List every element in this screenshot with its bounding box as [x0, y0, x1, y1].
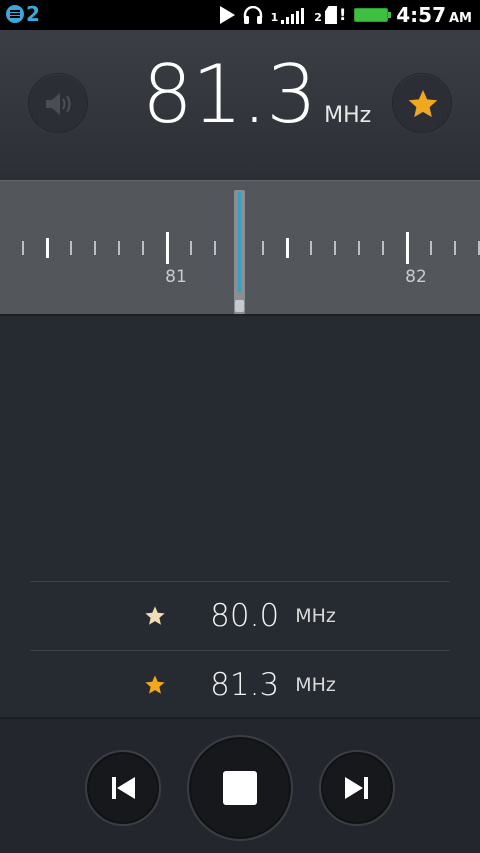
dial-tick — [166, 232, 169, 264]
star-filled-icon — [145, 675, 165, 694]
notification-indicator[interactable]: 2 — [6, 3, 40, 25]
speaker-button[interactable] — [28, 73, 88, 133]
dial-label: 82 — [405, 267, 427, 287]
favorite-frequency: 81.3 — [210, 667, 280, 703]
current-frequency: 81.3 MHz — [142, 48, 371, 141]
frequency-dial[interactable]: 81 82 — [0, 180, 480, 316]
dial-tick — [70, 241, 72, 255]
list-item[interactable]: 81.3 MHz — [30, 650, 450, 719]
sim1-label: 1 — [270, 11, 279, 24]
dial-tick — [430, 241, 432, 255]
dial-tick — [214, 241, 216, 255]
sim2-label: 2 — [314, 11, 322, 24]
favorite-unit: MHz — [295, 605, 336, 627]
list-item[interactable]: 80.0 MHz — [30, 581, 450, 650]
dial-tick — [358, 241, 360, 255]
dial-tick — [334, 241, 336, 255]
skip-previous-icon — [112, 777, 135, 799]
play-icon — [219, 6, 235, 24]
sim-card-icon — [324, 6, 337, 24]
dial-tick — [262, 241, 264, 255]
tuning-needle[interactable] — [234, 190, 245, 314]
skip-next-icon — [345, 777, 368, 799]
clock-ampm: AM — [449, 11, 472, 26]
previous-button[interactable] — [85, 750, 161, 826]
favorite-toggle-button[interactable] — [392, 73, 452, 133]
frequency-value: 81.3 — [142, 48, 317, 141]
next-button[interactable] — [319, 750, 395, 826]
stop-icon — [223, 771, 257, 805]
dial-label: 81 — [165, 267, 187, 287]
sim-alert-icon: ! — [338, 5, 347, 24]
dial-tick — [406, 232, 409, 264]
clock-time: 4:57 — [396, 3, 446, 27]
dial-tick — [310, 241, 312, 255]
clock: 4:57 AM — [396, 3, 472, 27]
sim1-signal-icon: 1 — [271, 6, 307, 24]
sim2-indicator: 2 ! — [314, 5, 347, 24]
frequency-header: 81.3 MHz — [0, 30, 480, 180]
dial-tick — [22, 241, 24, 255]
star-outline-icon — [145, 606, 165, 625]
dial-tick — [142, 241, 144, 255]
favorite-unit: MHz — [295, 674, 336, 696]
dial-tick — [118, 241, 120, 255]
playback-controls — [0, 717, 480, 853]
stop-button[interactable] — [187, 735, 293, 841]
favorites-list: 80.0 MHz 81.3 MHz — [30, 581, 450, 719]
speaker-icon — [46, 93, 71, 115]
headphones-icon — [243, 6, 262, 24]
dial-tick — [190, 241, 192, 255]
dial-tick — [286, 238, 289, 258]
favorite-frequency: 80.0 — [210, 598, 280, 634]
notification-count: 2 — [26, 2, 40, 26]
dial-tick — [454, 241, 456, 255]
star-icon — [408, 90, 438, 118]
dial-tick — [46, 238, 49, 258]
dial-tick — [94, 241, 96, 255]
battery-icon — [354, 8, 392, 22]
dial-tick — [382, 241, 384, 255]
frequency-unit: MHz — [324, 103, 372, 128]
notification-icon — [6, 5, 24, 23]
status-bar: 2 1 2 ! 4:57 AM — [0, 0, 480, 30]
